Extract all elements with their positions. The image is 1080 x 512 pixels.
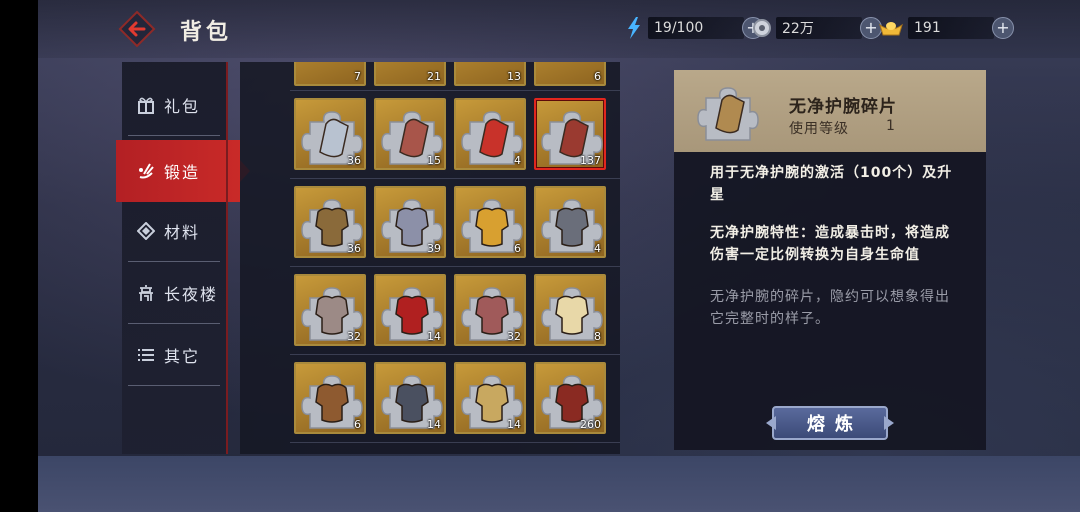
item-quantity: 260 bbox=[580, 418, 601, 431]
sidebar-item-label: 长夜楼 bbox=[164, 285, 219, 304]
inventory-slot[interactable]: 15 bbox=[374, 98, 446, 170]
item-quantity: 14 bbox=[427, 330, 441, 343]
inventory-slot[interactable]: 21 bbox=[374, 62, 446, 86]
item-quantity: 4 bbox=[594, 242, 601, 255]
inventory-slot[interactable]: 4 bbox=[454, 98, 526, 170]
sidebar-item-material[interactable]: 材料 bbox=[122, 200, 228, 262]
level-label: 使用等级 bbox=[789, 121, 849, 137]
sidebar-item-other[interactable]: 其它 bbox=[122, 324, 228, 386]
item-quantity: 7 bbox=[354, 70, 361, 83]
sidebar-item-gift[interactable]: 礼包 bbox=[122, 74, 228, 136]
sidebar-item-label: 礼包 bbox=[164, 97, 201, 116]
inventory-slot[interactable]: 8 bbox=[534, 274, 606, 346]
inventory-grid: 7 21 13 6 36 15 4 137 36 39 6 4 32 14 32… bbox=[240, 62, 620, 454]
row-divider bbox=[290, 266, 620, 267]
category-sidebar: 礼包 锻造 材料 长夜楼 其它 bbox=[116, 62, 250, 454]
divider bbox=[128, 135, 220, 136]
item-flavor-text: 无净护腕的碎片，隐约可以想象得出它完整时的样子。 bbox=[710, 289, 950, 327]
gold-resource: 191 + bbox=[878, 16, 1014, 40]
material-icon bbox=[136, 221, 156, 241]
item-quantity: 4 bbox=[514, 154, 521, 167]
item-description: 用于无净护腕的激活（100个）及升星 bbox=[710, 165, 953, 203]
detail-header: 无净护腕碎片 使用等级 1 bbox=[674, 70, 986, 152]
row-divider bbox=[290, 90, 620, 91]
item-name: 无净护腕碎片 bbox=[789, 97, 897, 117]
gold-value: 191 bbox=[908, 17, 994, 39]
bottom-scene bbox=[38, 456, 1080, 512]
forge-icon bbox=[136, 161, 156, 181]
lightning-icon bbox=[624, 17, 644, 39]
inventory-slot[interactable]: 39 bbox=[374, 186, 446, 258]
item-quantity: 8 bbox=[594, 330, 601, 343]
coin-icon bbox=[752, 18, 772, 38]
screen-edge bbox=[0, 0, 38, 512]
sidebar-item-forge[interactable]: 锻造 bbox=[116, 140, 250, 202]
inventory-slot[interactable]: 14 bbox=[374, 362, 446, 434]
level-value: 1 bbox=[886, 118, 895, 134]
gift-icon bbox=[136, 95, 156, 115]
divider bbox=[128, 385, 220, 386]
inventory-slot[interactable]: 6 bbox=[294, 362, 366, 434]
stamina-value: 19/100 bbox=[648, 17, 744, 39]
item-quantity: 6 bbox=[594, 70, 601, 83]
inventory-slot[interactable]: 6 bbox=[454, 186, 526, 258]
inventory-slot[interactable]: 32 bbox=[454, 274, 526, 346]
inventory-slot[interactable]: 4 bbox=[534, 186, 606, 258]
back-button[interactable] bbox=[118, 10, 156, 48]
inventory-slot[interactable]: 32 bbox=[294, 274, 366, 346]
smelt-button[interactable]: 熔炼 bbox=[772, 406, 888, 440]
item-quantity: 21 bbox=[427, 70, 441, 83]
sidebar-item-label: 材料 bbox=[164, 223, 201, 242]
inventory-slot[interactable]: 260 bbox=[534, 362, 606, 434]
item-quantity: 15 bbox=[427, 154, 441, 167]
inventory-slot[interactable]: 7 bbox=[294, 62, 366, 86]
page-title: 背包 bbox=[180, 19, 233, 45]
tower-icon bbox=[136, 283, 156, 303]
item-quantity: 6 bbox=[514, 242, 521, 255]
inventory-slot[interactable]: 14 bbox=[374, 274, 446, 346]
item-quantity: 39 bbox=[427, 242, 441, 255]
bracer-shard-icon bbox=[697, 87, 759, 141]
inventory-slot[interactable]: 36 bbox=[294, 98, 366, 170]
item-quantity: 6 bbox=[354, 418, 361, 431]
list-icon bbox=[136, 345, 156, 365]
sidebar-item-tower[interactable]: 长夜楼 bbox=[122, 262, 228, 324]
item-trait: 无净护腕特性：造成暴击时，将造成伤害一定比例转换为自身生命值 bbox=[710, 225, 950, 263]
inventory-slot[interactable]: 6 bbox=[534, 62, 606, 86]
sidebar-rail bbox=[226, 62, 228, 454]
row-divider bbox=[290, 354, 620, 355]
item-detail-panel: 无净护腕碎片 使用等级 1 用于无净护腕的激活（100个）及升星 无净护腕特性：… bbox=[674, 70, 986, 450]
row-divider bbox=[290, 178, 620, 179]
inventory-slot-selected[interactable]: 137 bbox=[534, 98, 606, 170]
item-quantity: 137 bbox=[580, 154, 601, 167]
item-quantity: 36 bbox=[347, 154, 361, 167]
stamina-resource: 19/100 + bbox=[624, 16, 764, 40]
item-quantity: 13 bbox=[507, 70, 521, 83]
coin-value: 22万 bbox=[776, 17, 862, 39]
inventory-slot[interactable]: 13 bbox=[454, 62, 526, 86]
item-quantity: 36 bbox=[347, 242, 361, 255]
sidebar-item-label: 锻造 bbox=[164, 163, 201, 182]
sidebar-item-label: 其它 bbox=[164, 347, 201, 366]
item-quantity: 32 bbox=[507, 330, 521, 343]
back-arrow-icon bbox=[118, 10, 156, 48]
add-gold-button[interactable]: + bbox=[992, 17, 1014, 39]
inventory-slot[interactable]: 14 bbox=[454, 362, 526, 434]
coin-resource: 22万 + bbox=[752, 16, 882, 40]
item-quantity: 14 bbox=[507, 418, 521, 431]
gold-ingot-icon bbox=[878, 18, 904, 38]
item-quantity: 32 bbox=[347, 330, 361, 343]
row-divider bbox=[290, 442, 620, 443]
item-quantity: 14 bbox=[427, 418, 441, 431]
inventory-slot[interactable]: 36 bbox=[294, 186, 366, 258]
